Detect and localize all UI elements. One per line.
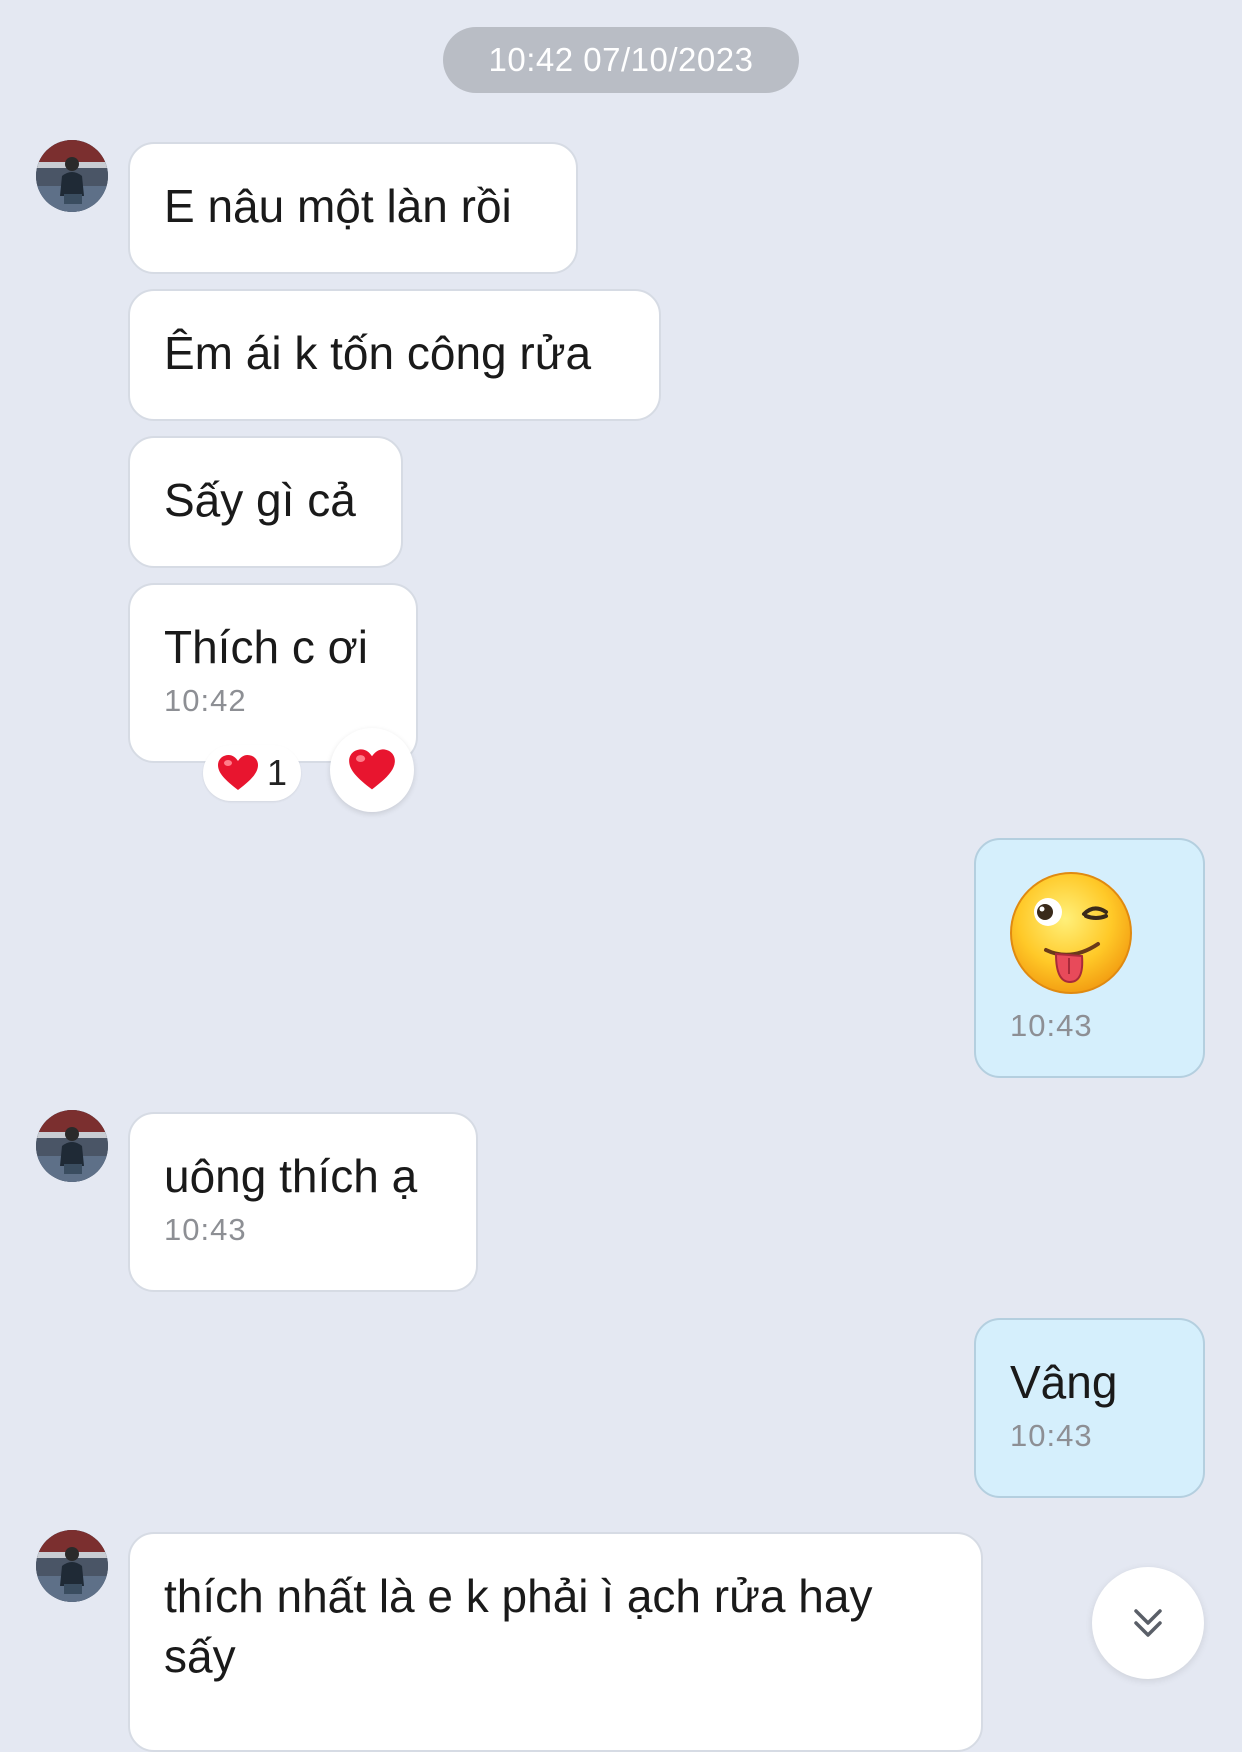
- message-time: 10:43: [1010, 1008, 1093, 1043]
- message-time: 10:43: [164, 1212, 247, 1247]
- message-bubble-outgoing[interactable]: 10:43: [974, 838, 1205, 1078]
- double-chevron-down-icon: [1134, 1609, 1162, 1637]
- react-heart-button[interactable]: [330, 728, 414, 812]
- message-time: 10:43: [1010, 1418, 1093, 1453]
- reaction-count: 1: [266, 752, 288, 793]
- message-bubble-outgoing[interactable]: Vâng 10:43: [974, 1318, 1205, 1498]
- message-text: Thích c ơi: [164, 621, 368, 673]
- message-time: 10:42: [164, 683, 247, 718]
- avatar-photo: [36, 1110, 108, 1182]
- message-text: Vâng: [1010, 1356, 1118, 1408]
- contact-avatar[interactable]: [36, 1530, 108, 1602]
- avatar-photo: [36, 140, 108, 212]
- scroll-to-bottom-button[interactable]: [1092, 1567, 1204, 1679]
- message-text: uông thích ạ: [164, 1150, 418, 1202]
- message-bubble-incoming[interactable]: Êm ái k tốn công rửa: [128, 289, 661, 421]
- message-text: Êm ái k tốn công rửa: [164, 327, 592, 379]
- contact-avatar[interactable]: [36, 140, 108, 212]
- message-text: Sấy gì cả: [164, 474, 356, 526]
- contact-avatar[interactable]: [36, 1110, 108, 1182]
- message-text: thích nhất là e k phải ì ạch rửa hay sấy: [164, 1570, 873, 1682]
- chat-thread[interactable]: 10:42 07/10/2023 E nâu một làn rồi Êm ái…: [0, 0, 1242, 1752]
- message-bubble-incoming[interactable]: E nâu một làn rồi: [128, 142, 578, 274]
- message-bubble-incoming[interactable]: uông thích ạ 10:43: [128, 1112, 478, 1292]
- message-text: E nâu một làn rồi: [164, 180, 512, 232]
- heart-icon: [217, 755, 258, 790]
- message-bubble-incoming[interactable]: Sấy gì cả: [128, 436, 403, 568]
- heart-icon: [349, 749, 395, 790]
- message-bubble-incoming[interactable]: thích nhất là e k phải ì ạch rửa hay sấy: [128, 1532, 983, 1752]
- reaction-summary[interactable]: 1: [203, 745, 301, 801]
- avatar-photo: [36, 1530, 108, 1602]
- winking-tongue-emoji-icon: [1010, 872, 1132, 994]
- date-separator: 10:42 07/10/2023: [443, 27, 799, 93]
